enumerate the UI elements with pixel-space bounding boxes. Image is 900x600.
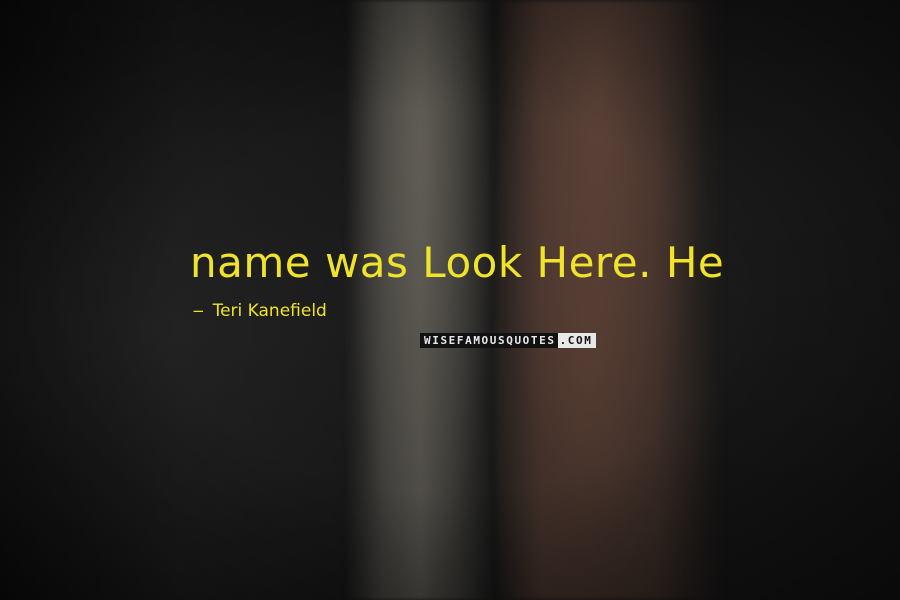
author-dash: − xyxy=(192,301,205,320)
author-line: − Teri Kanefield xyxy=(192,301,327,321)
watermark-logo: WISEFAMOUSQUOTES .COM xyxy=(420,333,597,348)
watermark-logo-part1: WISEFAMOUSQUOTES xyxy=(420,333,558,348)
author-name: Teri Kanefield xyxy=(212,301,327,321)
watermark-logo-part2: .COM xyxy=(557,333,597,348)
background-vignette xyxy=(0,0,900,600)
quote-text: name was Look Here. He xyxy=(190,238,725,287)
